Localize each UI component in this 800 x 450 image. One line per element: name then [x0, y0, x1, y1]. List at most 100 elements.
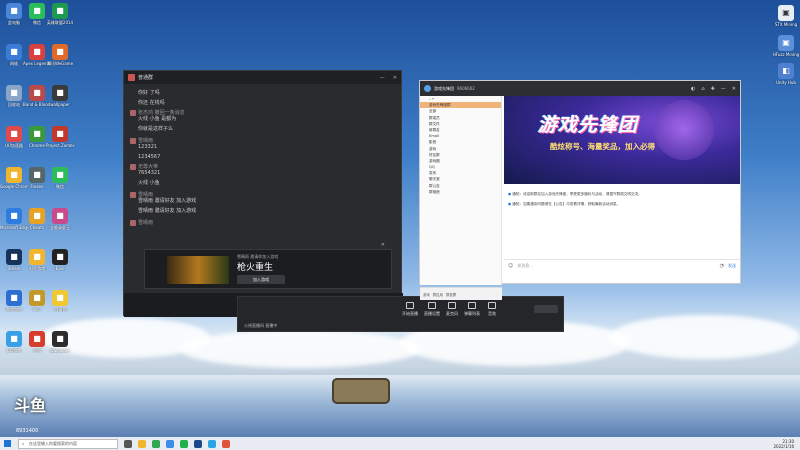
send-button[interactable]: 发送: [728, 263, 736, 269]
chat-message: 雪晴雨 邀请好友 加入游戏: [138, 208, 197, 214]
app-icon: ■: [52, 44, 68, 60]
qq-title-bar: 游戏先锋团 9606602 ◐ ⌂ ✚ — ✕: [420, 81, 740, 96]
room-number: 8931400: [16, 428, 39, 434]
message-input[interactable]: 发消息...: [517, 263, 533, 269]
bottom-tab[interactable]: 群投票: [446, 292, 456, 297]
start-icon[interactable]: [4, 440, 11, 447]
app-icon: ■: [52, 167, 68, 183]
message-input-area[interactable]: ☺ 发消息... ◔ 发送: [504, 259, 740, 283]
chat-title: 普通群: [138, 75, 154, 81]
chat-message: 你好 了吗: [138, 90, 160, 96]
taskbar-search[interactable]: ⌕ 在这里输入你要搜索的内容: [18, 438, 118, 449]
bottom-tab[interactable]: 游戏: [423, 292, 430, 297]
app-icon: ■: [52, 85, 68, 101]
group-notice: ● 通知：欢迎新群友加入游戏先锋团，享受更多福利与活动，请遵守群规文明交流。: [508, 192, 642, 196]
desktop-icon-right[interactable]: ◧ Unity Hub: [772, 63, 800, 85]
steam-icon[interactable]: [194, 439, 202, 448]
stream-control-bar: 火线直播间 直播中 开始直播 直播设置 麦克风 弹幕列表 音效: [237, 296, 564, 332]
salt-flat-horizon: [0, 375, 800, 437]
banner-planet: [654, 100, 714, 160]
live-app-icon[interactable]: [222, 439, 230, 448]
app-icon: ■: [52, 290, 68, 306]
app-icon: ■: [6, 44, 22, 60]
app-icon: ■: [52, 249, 68, 265]
minimize-icon[interactable]: —: [721, 86, 726, 92]
group-banner[interactable]: 游戏先锋团 酷炫称号、海量奖品，加入必得: [504, 96, 740, 184]
app-icon: ■: [6, 167, 22, 183]
stream-watermark: 斗鱼: [14, 396, 47, 415]
clock-date[interactable]: 2022/1/16: [773, 444, 794, 449]
jeep-image: [332, 378, 390, 404]
group-title: 游戏先锋团: [434, 85, 454, 91]
cloud: [180, 330, 420, 368]
desktop-icon[interactable]: ■ Epic: [46, 249, 74, 271]
app-icon: ■: [29, 249, 45, 265]
start-live-button[interactable]: 开始直播: [398, 302, 422, 317]
sidebar-item[interactable]: 群相册: [420, 189, 501, 195]
group-avatar: [424, 85, 431, 92]
app-icon: ■: [6, 3, 22, 19]
stream-menu-button[interactable]: [534, 305, 558, 313]
sound-effect-button[interactable]: 音效: [480, 302, 504, 317]
desktop-icon[interactable]: ■ 微信: [46, 167, 74, 189]
game-invite-card[interactable]: 雪晴雨 邀请你加入游戏 枪火重生 加入游戏 ✕: [144, 242, 392, 289]
app-icon: ■: [29, 290, 45, 306]
chat-message: 张杰鸿 撤回一条消息 火线 小鱼 是都为: [130, 110, 397, 122]
chat-messages: 你好 了吗 你还 在线吗 张杰鸿 撤回一条消息 火线 小鱼 是都为 你就是这样子么…: [124, 84, 403, 292]
app-icon: ■: [52, 3, 68, 19]
game-name: 枪火重生: [237, 263, 274, 273]
join-game-button[interactable]: 加入游戏: [237, 275, 285, 284]
app-icon: ■: [6, 208, 22, 224]
app-icon: ■: [29, 44, 45, 60]
minimize-icon[interactable]: —: [380, 75, 385, 81]
qq-icon[interactable]: [208, 439, 216, 448]
cloud: [610, 315, 800, 359]
game-thumbnail: [167, 256, 229, 284]
chrome-icon[interactable]: [152, 439, 160, 448]
home-icon[interactable]: ⌂: [701, 86, 704, 92]
bottom-tab[interactable]: 群应用: [433, 292, 443, 297]
desktop-icon[interactable]: ■ 全能录屏王: [46, 208, 74, 230]
app-icon: ■: [29, 85, 45, 101]
taskview-icon[interactable]: [124, 439, 132, 448]
qq-group-window: 游戏先锋团 9606602 ◐ ⌂ ✚ — ✕ ⌕ ▾ 游戏先锋团群 全部 群成员…: [419, 80, 741, 300]
desktop-icon[interactable]: ■Project Zomboid: [46, 126, 74, 148]
explorer-icon[interactable]: [138, 439, 146, 448]
taskbar: ⌕ 在这里输入你要搜索的内容 21:30 2022/1/16: [0, 437, 800, 450]
desktop-icon[interactable]: ■ wallpaper: [46, 85, 74, 107]
game-icon[interactable]: ◐: [691, 86, 695, 92]
app-icon: ■: [6, 290, 22, 306]
chat-message: 你就是这样子么: [138, 126, 174, 132]
desktop-icon-right[interactable]: ▣ STX Mining: [772, 5, 800, 27]
group-sidebar: ⌕ ▾ 游戏先锋团群 全部 群成员 群文件 新群友 Email 影音 游戏 好友群 游戏圈 QQ 发…: [420, 96, 502, 300]
chat-message: 无尊大帝 7654321: [130, 164, 397, 176]
gamepad-icon[interactable]: ✚: [711, 86, 715, 92]
banner-subtitle: 酷炫称号、海量奖品，加入必得: [550, 142, 655, 151]
banner-title: 游戏先锋团: [538, 114, 639, 136]
group-id: 9606602: [457, 86, 475, 91]
close-icon[interactable]: ✕: [393, 75, 397, 81]
app-icon: ■: [6, 249, 22, 265]
desktop-icon[interactable]: ■ YY语音: [46, 290, 74, 312]
chat-message: 1234567: [138, 154, 161, 160]
chat-message: 雪晴雨 雪晴雨 邀请好友 加入游戏: [130, 192, 397, 204]
desktop-icon[interactable]: ■ 英雄联盟2014: [46, 3, 74, 25]
search-icon: ⌕: [22, 440, 25, 446]
desktop-icon-right[interactable]: ▣ HFuzz Mining: [772, 35, 800, 57]
desktop-icon[interactable]: ■ Wallpaper: [46, 331, 74, 353]
app-icon: ■: [29, 3, 45, 19]
chat-message: 雪晴雨 123321: [130, 138, 397, 150]
app-icon: ■: [29, 331, 45, 347]
edge-icon[interactable]: [166, 439, 174, 448]
app-icon: ■: [52, 126, 68, 142]
wechat-icon[interactable]: [180, 439, 188, 448]
mic-icon[interactable]: ◔: [720, 263, 724, 269]
emoji-icon[interactable]: ☺: [508, 263, 513, 269]
chat-message: 雪晴雨: [130, 220, 397, 226]
app-icon: ■: [29, 208, 45, 224]
close-icon[interactable]: ✕: [732, 86, 736, 92]
desktop-icon[interactable]: ■ 腾讯WeGame: [46, 44, 74, 66]
chat-window: 普通群 — ✕ 你好 了吗 你还 在线吗 张杰鸿 撤回一条消息 火线 小鱼 是都为…: [123, 70, 403, 317]
app-icon: ■: [29, 167, 45, 183]
card-close-icon[interactable]: ✕: [381, 242, 385, 248]
